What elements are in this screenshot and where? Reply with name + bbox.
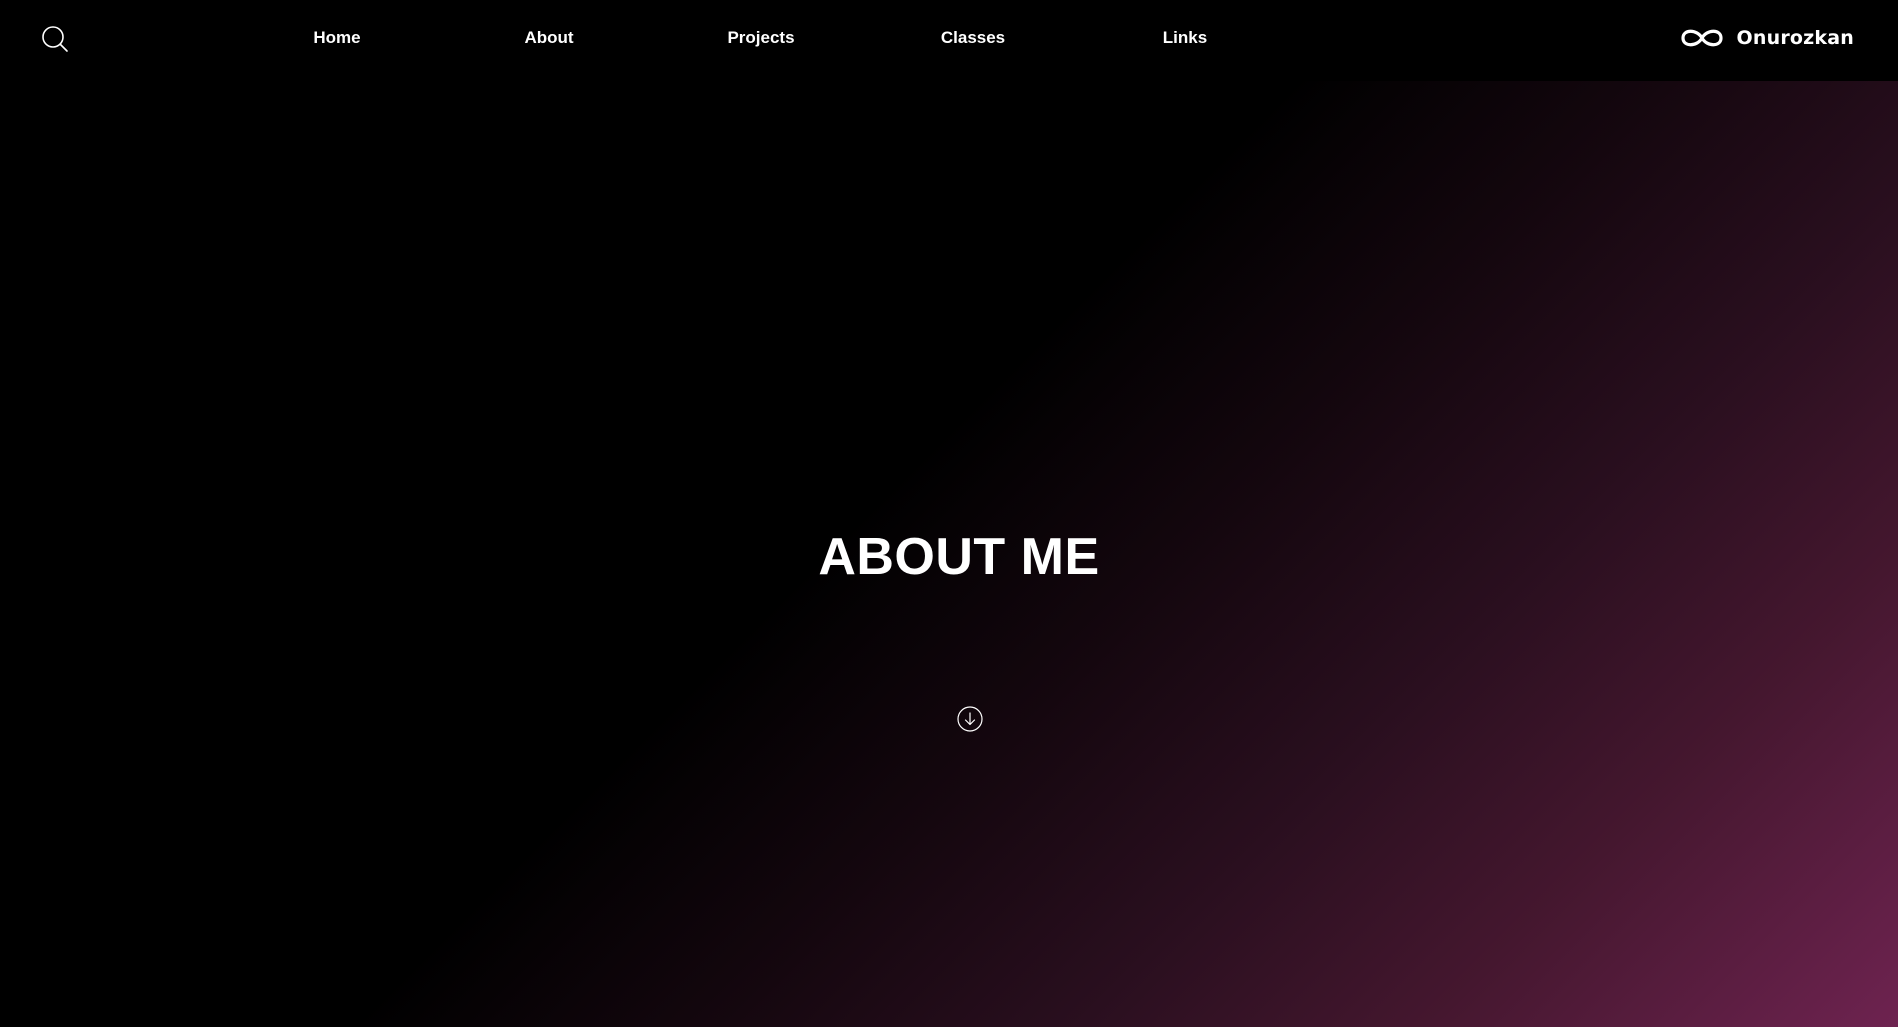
nav-item-about[interactable]: About (524, 28, 573, 48)
hero-section: ABOUT ME (0, 81, 1898, 1027)
nav-item-projects[interactable]: Projects (727, 28, 794, 48)
arrow-down-circle-icon (957, 706, 983, 732)
nav-item-home[interactable]: Home (313, 28, 360, 48)
top-navigation-bar: Home About Projects Classes Links Onuroz… (0, 0, 1898, 81)
main-nav: Home About Projects Classes Links (0, 0, 1300, 81)
scroll-down-button[interactable] (956, 705, 984, 733)
infinity-icon (1680, 29, 1723, 47)
page: Home About Projects Classes Links Onuroz… (0, 0, 1898, 1027)
nav-item-links[interactable]: Links (1163, 28, 1207, 48)
nav-item-classes[interactable]: Classes (941, 28, 1005, 48)
brand-name: Onurozkan (1736, 27, 1854, 49)
page-title: ABOUT ME (818, 528, 1100, 586)
brand-logo-link[interactable]: Onurozkan (1677, 24, 1854, 52)
